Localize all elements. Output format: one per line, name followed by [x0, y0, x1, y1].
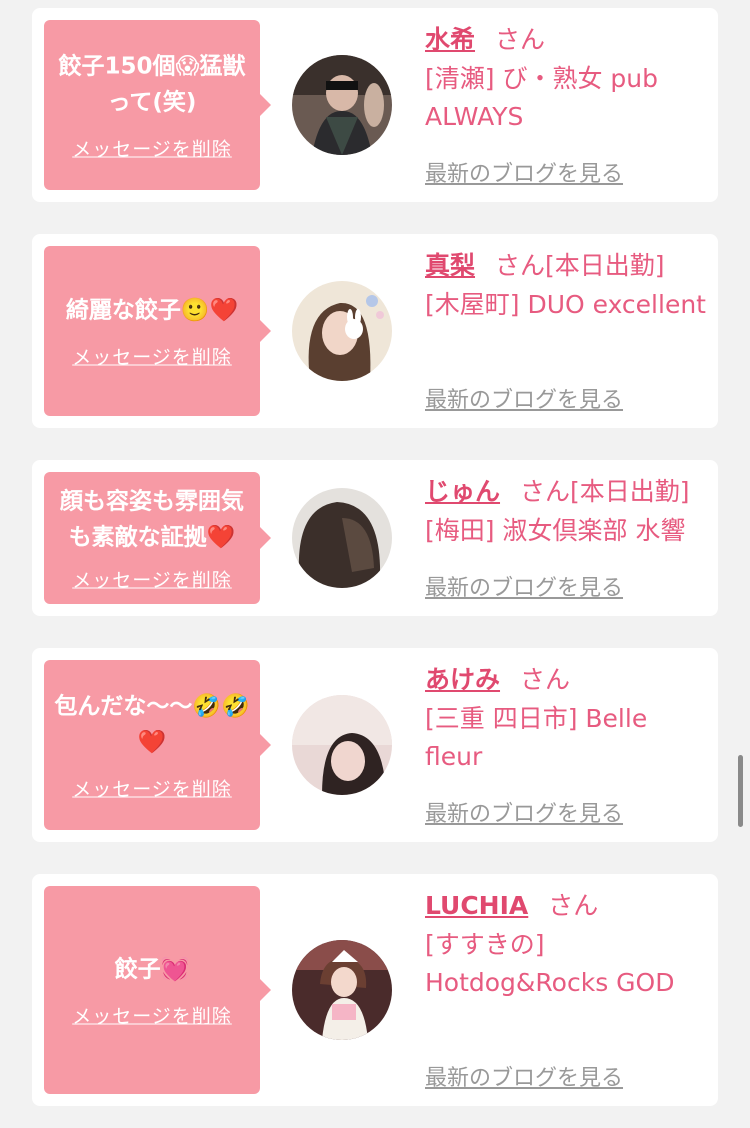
shop-name: [梅田] 淑女倶楽部 水響	[425, 516, 686, 545]
sender-info: あけみ さん [三重 四日市] Belle fleur	[425, 662, 710, 776]
sender-info: 真梨 さん[本日出勤] [木屋町] DUO excellent	[425, 248, 710, 324]
sender-name-link[interactable]: LUCHIA	[425, 891, 528, 920]
latest-blog-link[interactable]: 最新のブログを見る	[425, 156, 623, 188]
shop-name: [木屋町] DUO excellent	[425, 290, 706, 319]
avatar[interactable]	[292, 55, 392, 155]
message-bubble: 餃子💓 メッセージを削除	[44, 886, 271, 1094]
sender-name-link[interactable]: あけみ	[425, 665, 500, 694]
scrollbar[interactable]	[738, 755, 743, 827]
message-card: 餃子💓 メッセージを削除 LUCHIA さん [すすきの] Hotdog&Rock…	[32, 874, 718, 1106]
honorific: さん	[520, 477, 571, 506]
message-text: 綺麗な餃子🙂❤️	[65, 297, 239, 324]
status-badge: [本日出勤]	[545, 251, 665, 280]
message-card: 包んだな〜〜🤣🤣❤️ メッセージを削除 あけみ さん [三重 四日市] Belle…	[32, 648, 718, 842]
sender-name-line: 真梨 さん[本日出勤]	[425, 248, 710, 284]
sender-name-line: 水希 さん	[425, 22, 710, 58]
message-bubble: 包んだな〜〜🤣🤣❤️ メッセージを削除	[44, 660, 271, 830]
message-bubble: 綺麗な餃子🙂❤️ メッセージを削除	[44, 246, 271, 416]
sender-name-line: LUCHIA さん	[425, 888, 710, 924]
shop-name: [清瀬] び・熟女 pub ALWAYS	[425, 64, 658, 131]
latest-blog-link[interactable]: 最新のブログを見る	[425, 796, 623, 828]
message-text: 餃子💓	[114, 956, 190, 983]
delete-message-link[interactable]: メッセージを削除	[72, 343, 232, 370]
message-text: 餃子150個😱猛獣って(笑)	[58, 53, 246, 116]
latest-blog-link[interactable]: 最新のブログを見る	[425, 382, 623, 414]
latest-blog-link[interactable]: 最新のブログを見る	[425, 570, 623, 602]
sender-name-link[interactable]: じゅん	[425, 477, 500, 506]
sender-name-line: あけみ さん	[425, 662, 710, 698]
message-card: 餃子150個😱猛獣って(笑) メッセージを削除 水希 さん [清瀬] び・熟女 p…	[32, 8, 718, 202]
message-card: 綺麗な餃子🙂❤️ メッセージを削除 真梨 さん[本日出勤] [木屋町] DUO e…	[32, 234, 718, 428]
sender-info: LUCHIA さん [すすきの] Hotdog&Rocks GOD	[425, 888, 710, 1002]
avatar[interactable]	[292, 695, 392, 795]
delete-message-link[interactable]: メッセージを削除	[72, 775, 232, 802]
sender-info: じゅん さん[本日出勤] [梅田] 淑女倶楽部 水響	[425, 474, 710, 550]
status-badge: [本日出勤]	[570, 477, 690, 506]
delete-message-link[interactable]: メッセージを削除	[72, 135, 232, 162]
shop-name: [三重 四日市] Belle fleur	[425, 704, 648, 771]
shop-name: [すすきの] Hotdog&Rocks GOD	[425, 930, 675, 997]
sender-name-line: じゅん さん[本日出勤]	[425, 474, 710, 510]
message-text: 包んだな〜〜🤣🤣❤️	[54, 693, 250, 756]
sender-name-link[interactable]: 真梨	[425, 251, 475, 280]
message-bubble: 顔も容姿も雰囲気も素敵な証拠❤️ メッセージを削除	[44, 472, 271, 604]
avatar[interactable]	[292, 281, 392, 381]
honorific: さん	[520, 665, 571, 694]
delete-message-link[interactable]: メッセージを削除	[72, 566, 232, 593]
latest-blog-link[interactable]: 最新のブログを見る	[425, 1060, 623, 1092]
honorific: さん	[495, 251, 546, 280]
sender-info: 水希 さん [清瀬] び・熟女 pub ALWAYS	[425, 22, 710, 136]
sender-name-link[interactable]: 水希	[425, 25, 475, 54]
message-card: 顔も容姿も雰囲気も素敵な証拠❤️ メッセージを削除 じゅん さん[本日出勤] [梅…	[32, 460, 718, 616]
avatar[interactable]	[292, 488, 392, 588]
avatar[interactable]	[292, 940, 392, 1040]
message-text: 顔も容姿も雰囲気も素敵な証拠❤️	[60, 488, 244, 551]
honorific: さん	[548, 891, 599, 920]
delete-message-link[interactable]: メッセージを削除	[72, 1002, 232, 1029]
message-bubble: 餃子150個😱猛獣って(笑) メッセージを削除	[44, 20, 271, 190]
honorific: さん	[495, 25, 546, 54]
